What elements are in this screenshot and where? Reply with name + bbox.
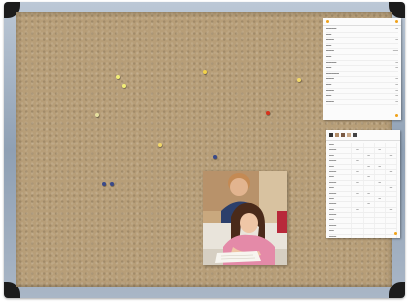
bulletin-board: ▬▬▬▬ ▬ ▬▬ ▬▬▬ ▬ ▬▬ ▬▬▬ ▬▬ ▬▬ ▬▬▬▬ ▬ ▬▬ ▬ ▬▬▬▬… [4,2,405,298]
push-pin[interactable] [297,78,301,82]
table-row: ▬▬▬ [329,234,397,238]
color-swatch [353,133,357,137]
color-swatch [329,133,333,137]
push-pin[interactable] [110,182,114,186]
color-swatch [347,133,351,137]
settings-sheet[interactable]: ▬▬▬▬ ▬ ▬▬ ▬▬▬ ▬ ▬▬ ▬▬▬ ▬▬ ▬▬ ▬▬▬▬ ▬ ▬▬ ▬ ▬▬▬▬… [323,18,401,120]
schedule-sheet[interactable]: ▬▬ ▬▬▬ ▬ ▬ ▬▬ ▬ ▬ ▬▬▬ ▬ ▬▬ ▬ ▬ ▬▬▬ ▬ ▬ ▬▬ ▬ ▬▬▬ ▬ ▬ … [326,130,400,238]
app-screenshot-icon [395,20,398,23]
push-pin[interactable] [213,155,217,159]
sheet-header [326,130,400,141]
color-swatch [335,133,339,137]
color-swatch [341,133,345,137]
schedule-grid: ▬▬ ▬▬▬ ▬ ▬ ▬▬ ▬ ▬ ▬▬▬ ▬ ▬▬ ▬ ▬ ▬▬▬ ▬ ▬ ▬▬ ▬ ▬▬▬ ▬ ▬ … [326,141,400,238]
photo-icon [203,171,287,265]
sheet-header [323,18,401,26]
push-pin[interactable] [116,75,120,79]
children-studying-photo[interactable] [203,171,287,265]
push-pin[interactable] [203,70,207,74]
push-pin[interactable] [266,111,270,115]
sheet-footer-dot [394,232,397,235]
push-pin[interactable] [158,143,162,147]
push-pin[interactable] [102,182,106,186]
list-item: ▬▬▬ ▬ [326,100,398,106]
app-screenshot-icon [326,20,329,23]
sheet-footer-dot [395,114,398,117]
push-pin[interactable] [122,84,126,88]
push-pin[interactable] [95,113,99,117]
sheet-rows: ▬▬▬▬ ▬ ▬▬ ▬▬▬ ▬ ▬▬ ▬▬▬ ▬▬ ▬▬ ▬▬▬▬ ▬ ▬▬ ▬ ▬▬▬▬… [323,26,401,106]
